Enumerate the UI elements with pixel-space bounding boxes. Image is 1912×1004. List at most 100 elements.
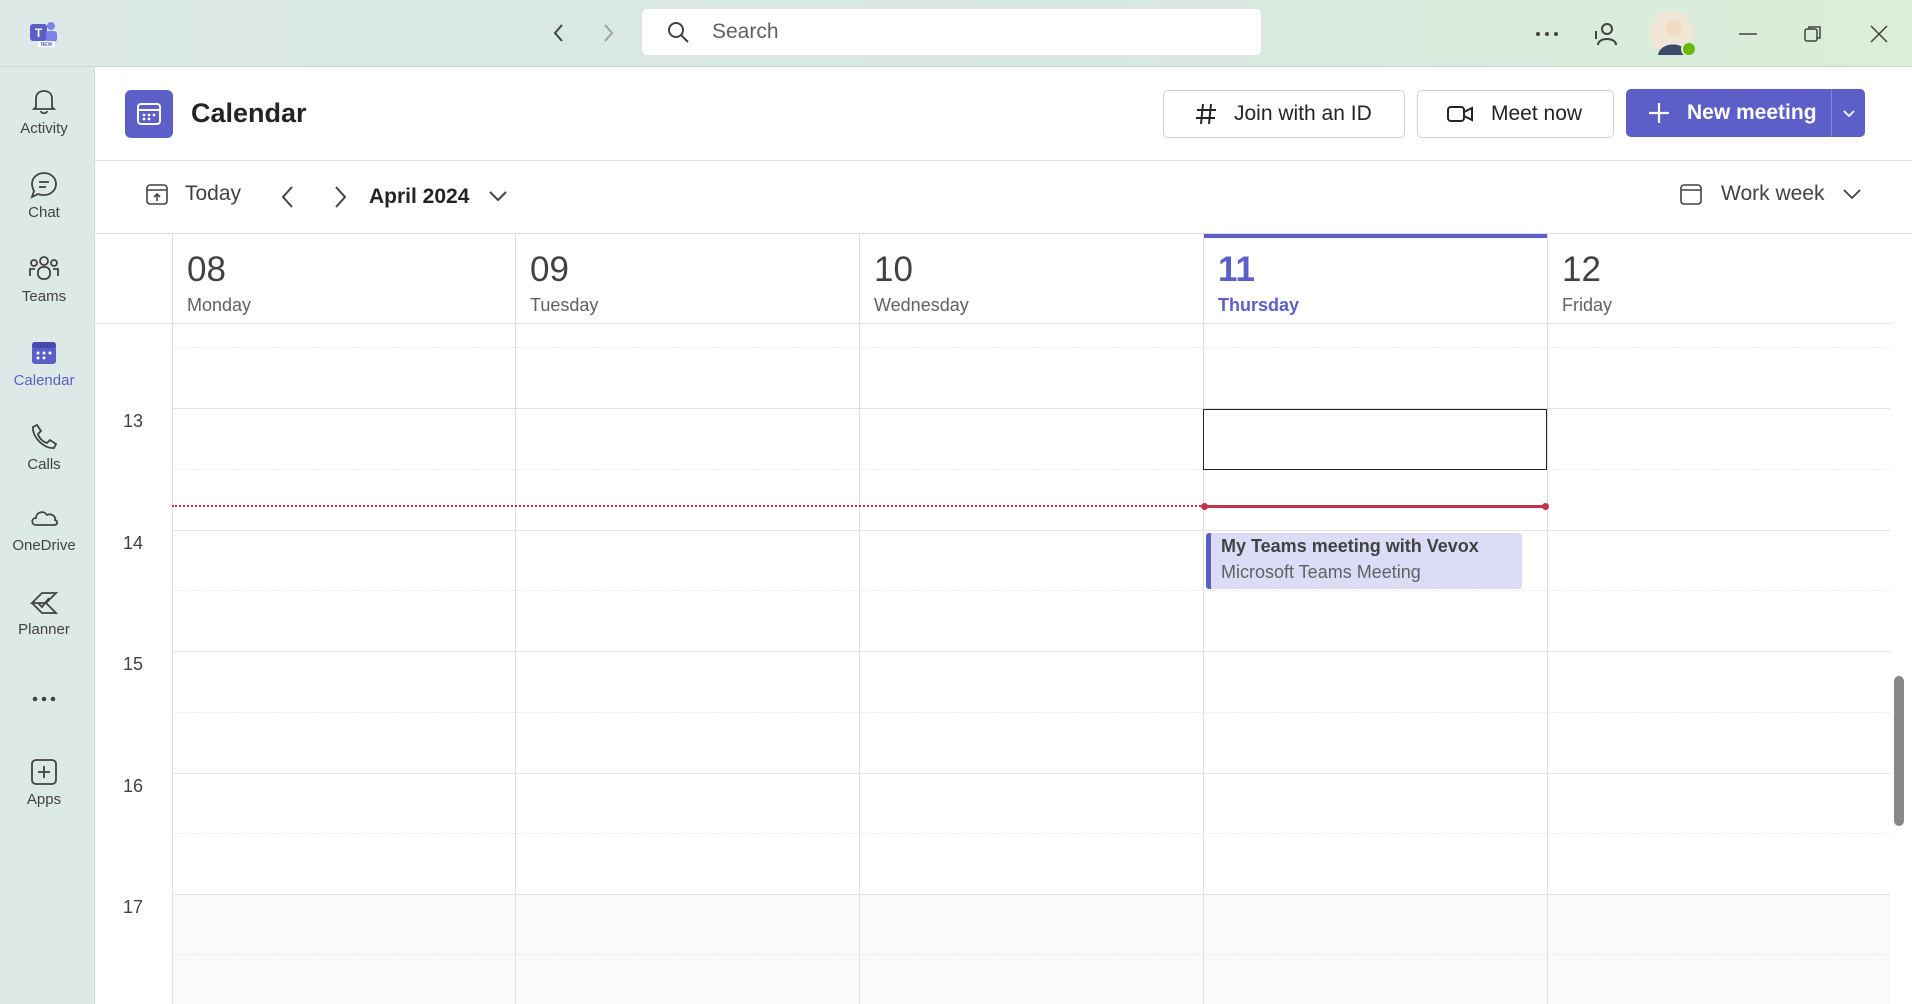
rail-item-calls[interactable]: Calls bbox=[0, 416, 88, 490]
bell-icon bbox=[31, 90, 57, 115]
header-divider bbox=[95, 160, 1912, 161]
close-icon[interactable] bbox=[1859, 14, 1899, 54]
selected-time-slot[interactable] bbox=[1203, 409, 1547, 470]
join-with-id-label: Join with an ID bbox=[1234, 102, 1372, 125]
new-meeting-label: New meeting bbox=[1687, 101, 1817, 124]
rail-item-chat[interactable]: Chat bbox=[0, 164, 88, 238]
rail-item-planner[interactable]: Planner bbox=[0, 581, 88, 655]
view-label: Work week bbox=[1721, 182, 1825, 205]
half-hour-line bbox=[172, 833, 1890, 834]
day-header-monday[interactable]: 08 Monday bbox=[172, 234, 515, 324]
phone-icon bbox=[32, 423, 58, 449]
user-avatar[interactable] bbox=[1650, 11, 1697, 57]
meet-now-label: Meet now bbox=[1491, 102, 1583, 125]
plus-icon bbox=[1649, 103, 1669, 123]
hour-line bbox=[172, 408, 1890, 409]
rail-label: OneDrive bbox=[12, 537, 76, 554]
join-with-id-button[interactable]: Join with an ID bbox=[1163, 90, 1405, 138]
forward-arrow-icon[interactable] bbox=[593, 18, 623, 48]
rail-item-apps[interactable]: Apps bbox=[0, 751, 88, 825]
rail-item-onedrive[interactable]: OneDrive bbox=[0, 497, 88, 571]
rail-label: Teams bbox=[21, 288, 67, 305]
restore-icon[interactable] bbox=[1793, 14, 1833, 54]
rail-item-teams[interactable]: Teams bbox=[0, 248, 88, 322]
teams-logo-icon: T NEW bbox=[26, 16, 60, 50]
half-hour-line bbox=[172, 712, 1890, 713]
day-number: 12 bbox=[1562, 250, 1601, 289]
day-header-thursday[interactable]: 11 Thursday bbox=[1203, 234, 1547, 324]
day-number: 09 bbox=[530, 250, 569, 289]
day-column-divider bbox=[515, 324, 516, 1004]
new-meeting-dropdown[interactable] bbox=[1831, 89, 1865, 137]
hour-label: 17 bbox=[123, 897, 144, 917]
day-column-divider bbox=[1547, 324, 1548, 1004]
status-available-icon bbox=[1681, 41, 1697, 57]
half-hour-line bbox=[172, 347, 1890, 348]
search-input[interactable] bbox=[712, 20, 1232, 44]
meet-now-button[interactable]: Meet now bbox=[1417, 90, 1614, 138]
today-button[interactable]: Today bbox=[145, 182, 241, 206]
hour-line bbox=[172, 773, 1890, 774]
hour-line bbox=[172, 651, 1890, 652]
search-icon bbox=[668, 22, 689, 43]
month-chevron-down-icon[interactable] bbox=[488, 190, 508, 202]
rail-label: Calls bbox=[27, 456, 61, 473]
hour-line bbox=[172, 894, 1890, 895]
current-time-indicator bbox=[1203, 505, 1544, 508]
hour-label: 16 bbox=[123, 776, 144, 796]
calendar-grid[interactable]: My Teams meeting with Vevox Microsoft Te… bbox=[172, 324, 1890, 1004]
day-header-friday[interactable]: 12 Friday bbox=[1547, 234, 1891, 324]
rail-item-activity[interactable]: Activity bbox=[0, 80, 88, 154]
new-meeting-button[interactable]: New meeting bbox=[1626, 89, 1831, 137]
day-column-divider bbox=[859, 324, 860, 1004]
chevron-down-icon bbox=[1842, 110, 1855, 118]
rail-item-calendar[interactable]: Calendar bbox=[0, 332, 88, 406]
app-bar: Activity Chat Teams Calendar Calls OneDr… bbox=[0, 67, 95, 1004]
add-apps-icon bbox=[31, 759, 57, 785]
rail-label: Activity bbox=[20, 120, 68, 137]
view-switcher[interactable]: Work week bbox=[1679, 182, 1862, 206]
month-label: April 2024 bbox=[369, 185, 470, 208]
event-title: My Teams meeting with Vevox bbox=[1221, 536, 1479, 556]
rail-label: Calendar bbox=[13, 372, 75, 389]
video-camera-icon bbox=[1447, 106, 1473, 122]
day-name: Tuesday bbox=[530, 295, 599, 315]
chat-icon bbox=[30, 172, 57, 199]
next-week-icon[interactable] bbox=[329, 184, 351, 210]
half-hour-line bbox=[172, 590, 1890, 591]
more-apps-icon[interactable] bbox=[0, 679, 88, 719]
planner-icon bbox=[29, 592, 59, 614]
day-number: 11 bbox=[1218, 250, 1255, 289]
people-icon[interactable] bbox=[1586, 14, 1626, 54]
teams-icon bbox=[29, 256, 59, 280]
calendar-icon bbox=[32, 342, 56, 364]
hour-line bbox=[172, 530, 1890, 531]
title-bar: T NEW bbox=[0, 0, 1912, 67]
calendar-app-icon bbox=[125, 90, 173, 138]
month-selector[interactable]: April 2024 bbox=[369, 185, 469, 209]
calendar-event[interactable]: My Teams meeting with Vevox Microsoft Te… bbox=[1206, 533, 1522, 589]
chevron-down-icon bbox=[1843, 189, 1862, 200]
day-header-tuesday[interactable]: 09 Tuesday bbox=[515, 234, 859, 324]
day-name: Thursday bbox=[1218, 295, 1300, 315]
half-hour-line bbox=[172, 954, 1890, 955]
rail-label: Apps bbox=[26, 791, 62, 808]
vertical-scrollbar[interactable] bbox=[1894, 676, 1904, 826]
search-box[interactable] bbox=[641, 8, 1262, 56]
calendar-view-icon bbox=[1680, 184, 1702, 205]
svg-text:T: T bbox=[35, 26, 43, 40]
rail-label: Chat bbox=[28, 204, 60, 221]
calendar-today-icon bbox=[146, 184, 168, 205]
minimize-icon[interactable] bbox=[1728, 14, 1768, 54]
day-name: Monday bbox=[187, 295, 252, 315]
day-header-wednesday[interactable]: 10 Wednesday bbox=[859, 234, 1203, 324]
svg-text:NEW: NEW bbox=[41, 42, 53, 48]
back-arrow-icon[interactable] bbox=[544, 18, 574, 48]
current-time-dot bbox=[1542, 503, 1549, 510]
half-hour-line bbox=[172, 469, 1890, 470]
event-subtitle: Microsoft Teams Meeting bbox=[1221, 562, 1421, 582]
previous-week-icon[interactable] bbox=[278, 184, 300, 210]
more-options-icon[interactable] bbox=[1527, 14, 1567, 54]
hour-label: 13 bbox=[123, 411, 144, 431]
after-hours-shading bbox=[172, 894, 1890, 1004]
